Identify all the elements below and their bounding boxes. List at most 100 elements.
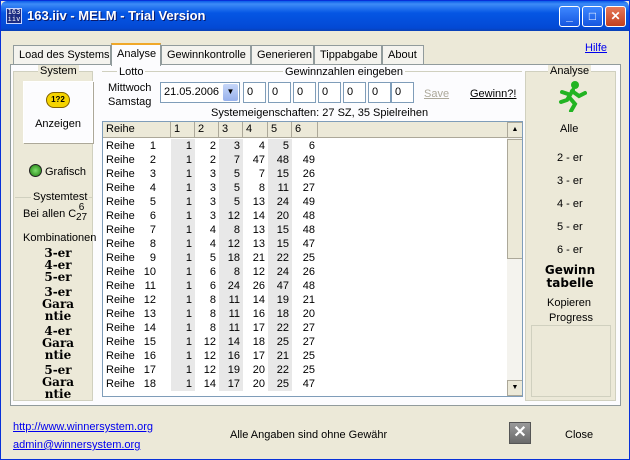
scroll-up-icon[interactable]: ▲ (507, 122, 522, 138)
website-link[interactable]: http://www.winnersystem.org (13, 421, 153, 433)
number-input-5[interactable]: 0 (343, 82, 366, 103)
test-4er-garantie[interactable]: 4-er Gara ntie (41, 325, 75, 361)
gewinn-check-button[interactable]: Gewinn?! (470, 88, 516, 100)
analyse-5er[interactable]: 5 - er (557, 221, 583, 233)
number-input-1[interactable]: 0 (243, 82, 266, 103)
col-header-1[interactable]: 1 (171, 122, 195, 138)
analyse-4er[interactable]: 4 - er (557, 198, 583, 210)
col-header-reihe[interactable]: Reihe (103, 122, 171, 138)
row-number: 10 (143, 266, 156, 278)
test-5er-garantie[interactable]: 5-er Gara ntie (41, 364, 75, 400)
save-button[interactable]: Save (424, 88, 449, 100)
scroll-thumb[interactable] (507, 139, 522, 259)
table-cell: 8 (258, 182, 265, 194)
date-value: 21.05.2006 (164, 86, 220, 98)
close-icon[interactable]: ✕ (509, 422, 531, 444)
table-cell: 12 (203, 336, 216, 348)
tab-load-des-systems[interactable]: Load des Systems (13, 45, 111, 65)
analyse-3er[interactable]: 3 - er (557, 175, 583, 187)
table-cell: 27 (302, 336, 315, 348)
runner-icon[interactable] (557, 80, 587, 118)
reihen-table[interactable]: Reihe 1 2 3 4 5 6 Reihe 1 1 2 3 4 5 6 Reihe 2 1 2 7 4… (102, 121, 523, 397)
anzeigen-button[interactable]: 1?2 Anzeigen (23, 81, 93, 143)
table-cell: 12 (203, 350, 216, 362)
table-row[interactable]: Reihe 10 1 6 8 12 24 26 (103, 265, 507, 279)
day-samstag[interactable]: Samstag (108, 95, 151, 109)
vertical-scrollbar[interactable]: ▲ ▼ (507, 122, 522, 396)
col-header-6[interactable]: 6 (292, 122, 318, 138)
row-label: Reihe (106, 266, 135, 278)
title-bar[interactable]: 163 iiv 163.iiv - MELM - Trial Version _… (1, 1, 629, 31)
table-cell: 11 (268, 181, 292, 195)
table-row[interactable]: Reihe 1 1 2 3 4 5 6 (103, 139, 507, 153)
row-label: Reihe (106, 308, 135, 320)
tab-generieren[interactable]: Generieren (251, 45, 314, 65)
number-input-zusatz[interactable]: 0 (391, 82, 414, 103)
col-header-3[interactable]: 3 (219, 122, 243, 138)
table-row[interactable]: Reihe 13 1 8 11 16 18 20 (103, 307, 507, 321)
table-row[interactable]: Reihe 3 1 3 5 7 15 26 (103, 167, 507, 181)
table-row[interactable]: Reihe 8 1 4 12 13 15 47 (103, 237, 507, 251)
lotto-label: Lotto (117, 66, 146, 78)
table-cell: 1 (171, 237, 195, 251)
speech-bubble-icon: 1?2 (46, 92, 70, 108)
table-cell: 15 (268, 223, 292, 237)
col-header-5[interactable]: 5 (268, 122, 292, 138)
col-header-2[interactable]: 2 (195, 122, 219, 138)
tab-analyse[interactable]: Analyse (111, 43, 161, 66)
table-cell: 47 (302, 238, 315, 250)
table-row[interactable]: Reihe 4 1 3 5 8 11 27 (103, 181, 507, 195)
table-row[interactable]: Reihe 12 1 8 11 14 19 21 (103, 293, 507, 307)
maximize-button[interactable]: □ (582, 6, 603, 27)
table-row[interactable]: Reihe 7 1 4 8 13 15 48 (103, 223, 507, 237)
table-cell: 1 (171, 153, 195, 167)
gewinntabelle-button[interactable]: Gewinn tabelle (541, 264, 599, 290)
close-window-button[interactable]: ✕ (605, 6, 626, 27)
scroll-down-icon[interactable]: ▼ (507, 380, 522, 396)
table-row[interactable]: Reihe 18 1 14 17 20 25 47 (103, 377, 507, 391)
table-cell: 3 (219, 139, 243, 153)
table-cell: 12 (252, 266, 265, 278)
analyse-6er[interactable]: 6 - er (557, 244, 583, 256)
number-input-2[interactable]: 0 (268, 82, 291, 103)
date-select[interactable]: 21.05.2006 ▼ (160, 82, 240, 103)
table-row[interactable]: Reihe 6 1 3 12 14 20 48 (103, 209, 507, 223)
chevron-down-icon[interactable]: ▼ (223, 84, 238, 101)
table-cell: 5 (268, 139, 292, 153)
progress-label: Progress (547, 312, 596, 324)
table-cell: 25 (302, 252, 315, 264)
day-mittwoch[interactable]: Mittwoch (108, 81, 151, 95)
test-3-4-5-er[interactable]: 3-er 4-er 5-er (41, 247, 75, 283)
email-link[interactable]: admin@winnersystem.org (13, 439, 140, 451)
table-row[interactable]: Reihe 2 1 2 7 47 48 49 (103, 153, 507, 167)
table-cell: 47 (302, 378, 315, 390)
table-row[interactable]: Reihe 15 1 12 14 18 25 27 (103, 335, 507, 349)
alle-button[interactable]: Alle (560, 123, 578, 135)
hilfe-link[interactable]: Hilfe (585, 42, 607, 54)
col-header-4[interactable]: 4 (243, 122, 268, 138)
table-cell: 21 (252, 252, 265, 264)
table-cell: 25 (302, 350, 315, 362)
table-row[interactable]: Reihe 16 1 12 16 17 21 25 (103, 349, 507, 363)
kopieren-button[interactable]: Kopieren (547, 297, 591, 309)
close-button[interactable]: Close (565, 429, 593, 441)
grafisch-option[interactable]: Grafisch (29, 164, 86, 178)
number-input-3[interactable]: 0 (293, 82, 316, 103)
analyse-2er[interactable]: 2 - er (557, 152, 583, 164)
number-input-4[interactable]: 0 (318, 82, 341, 103)
table-row[interactable]: Reihe 9 1 5 18 21 22 25 (103, 251, 507, 265)
test-3er-garantie[interactable]: 3-er Gara ntie (41, 286, 75, 322)
minimize-button[interactable]: _ (559, 6, 580, 27)
table-row[interactable]: Reihe 5 1 3 5 13 24 49 (103, 195, 507, 209)
row-label: Reihe (106, 322, 135, 334)
number-input-6[interactable]: 0 (368, 82, 391, 103)
table-cell: 18 (268, 307, 292, 321)
table-row[interactable]: Reihe 11 1 6 24 26 47 48 (103, 279, 507, 293)
progress-area (531, 325, 611, 397)
table-row[interactable]: Reihe 17 1 12 19 20 22 25 (103, 363, 507, 377)
tab-gewinnkontrolle[interactable]: Gewinnkontrolle (161, 45, 251, 65)
tab-about[interactable]: About (382, 45, 424, 65)
table-cell: 47 (268, 279, 292, 293)
table-row[interactable]: Reihe 14 1 8 11 17 22 27 (103, 321, 507, 335)
tab-tippabgabe[interactable]: Tippabgabe (314, 45, 382, 65)
